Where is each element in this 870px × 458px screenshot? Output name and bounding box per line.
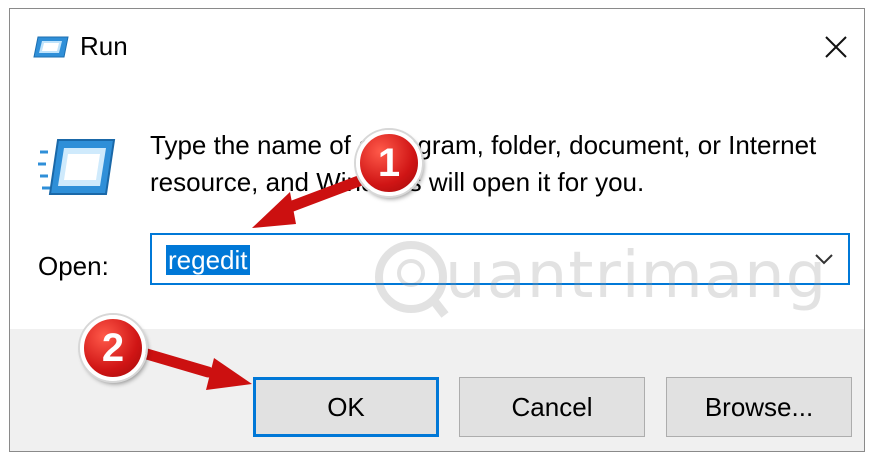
step-1-badge: 1 bbox=[356, 130, 422, 196]
annotation-arrows bbox=[134, 170, 378, 390]
arrow-1 bbox=[252, 170, 378, 228]
arrow-2 bbox=[134, 346, 252, 390]
step-2-badge: 2 bbox=[80, 315, 146, 381]
